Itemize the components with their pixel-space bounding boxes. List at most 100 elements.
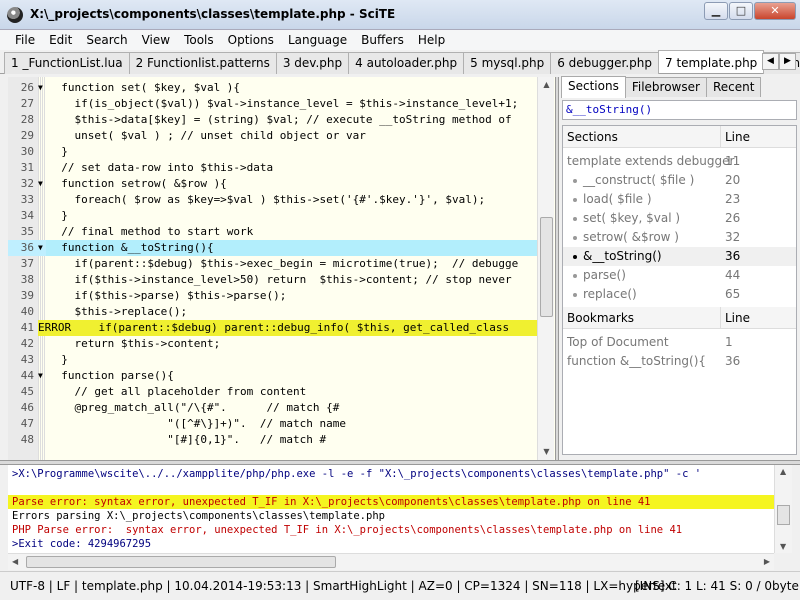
output-hscroll-thumb[interactable] bbox=[26, 556, 336, 568]
menu-options[interactable]: Options bbox=[221, 30, 281, 50]
code-text[interactable]: function setrow( &$row ){ bbox=[48, 176, 227, 192]
code-text[interactable]: function &__toString(){ bbox=[48, 240, 213, 256]
bullet-icon bbox=[573, 292, 577, 297]
maximize-button[interactable]: □ bbox=[729, 2, 753, 20]
code-text[interactable]: "[#]{0,1}". // match # bbox=[48, 432, 326, 448]
section-item[interactable]: replace() 65 bbox=[563, 285, 796, 304]
code-text[interactable]: } bbox=[48, 352, 68, 368]
editor-vertical-scrollbar[interactable]: ▲ ▼ bbox=[537, 77, 554, 460]
code-text[interactable]: function set( $key, $val ){ bbox=[48, 80, 240, 96]
section-item-name: template extends debugger bbox=[567, 152, 734, 171]
output-horizontal-scrollbar[interactable]: ◀ ▶ bbox=[8, 553, 774, 570]
code-line: 45 // get all placeholder from content bbox=[8, 384, 544, 400]
code-text[interactable]: if($this->parse) $this->parse(); bbox=[48, 288, 286, 304]
code-text[interactable]: return $this->content; bbox=[48, 336, 220, 352]
buffer-tab[interactable]: 4 autoloader.php bbox=[348, 52, 465, 74]
code-text[interactable]: } bbox=[48, 208, 68, 224]
section-item[interactable]: &__toString() 36 bbox=[563, 247, 796, 266]
section-item-name: load( $file ) bbox=[573, 190, 652, 209]
buffer-tab[interactable]: 3 dev.php bbox=[275, 52, 350, 74]
buffer-tab[interactable]: 6 debugger.php bbox=[550, 52, 660, 74]
code-text[interactable]: function parse(){ bbox=[48, 368, 174, 384]
tab-filebrowser[interactable]: Filebrowser bbox=[624, 77, 707, 97]
scroll-right-arrow-icon[interactable]: ▶ bbox=[764, 557, 770, 566]
section-item[interactable]: parse() 44 bbox=[563, 266, 796, 285]
section-item[interactable]: setrow( &$row ) 32 bbox=[563, 228, 796, 247]
buffer-tab[interactable]: 7 template.php bbox=[658, 50, 765, 73]
code-line: 26 ▼ function set( $key, $val ){ bbox=[8, 80, 544, 96]
column-divider[interactable] bbox=[720, 307, 721, 329]
code-line: 33 foreach( $row as $key=>$val ) $this->… bbox=[8, 192, 544, 208]
code-text[interactable]: "([^#\}]+)". // match name bbox=[48, 416, 346, 432]
close-button[interactable]: ✕ bbox=[754, 2, 796, 20]
output-line[interactable]: PHP Parse error: syntax error, unexpecte… bbox=[12, 523, 682, 537]
line-number: 38 bbox=[20, 273, 34, 286]
output-vscroll-thumb[interactable] bbox=[777, 505, 790, 525]
menu-language[interactable]: Language bbox=[281, 30, 354, 50]
output-line[interactable]: Parse error: syntax error, unexpected T_… bbox=[12, 495, 650, 509]
scroll-left-arrow-icon[interactable]: ◀ bbox=[12, 557, 18, 566]
menu-buffers[interactable]: Buffers bbox=[354, 30, 411, 50]
scroll-down-arrow-icon[interactable]: ▼ bbox=[538, 444, 555, 460]
output-line[interactable]: Errors parsing X:\_projects\components\c… bbox=[12, 509, 385, 523]
scroll-up-arrow-icon[interactable]: ▲ bbox=[538, 77, 555, 93]
bookmark-item[interactable]: function &__toString(){36 bbox=[563, 352, 796, 371]
code-text[interactable]: unset( $val ) ; // unset child object or… bbox=[48, 128, 365, 144]
code-text[interactable]: if(parent::$debug) parent::debug_info( $… bbox=[72, 320, 509, 336]
bullet-icon bbox=[573, 197, 577, 202]
section-filter-input[interactable]: &__toString() bbox=[562, 100, 797, 120]
menu-view[interactable]: View bbox=[135, 30, 177, 50]
code-line: 48 "[#]{0,1}". // match # bbox=[8, 432, 544, 448]
fold-marker-icon[interactable]: ▼ bbox=[38, 80, 46, 96]
output-line[interactable]: >X:\Programme\wscite\../../xampplite/php… bbox=[12, 467, 701, 481]
column-line-header[interactable]: Line bbox=[725, 311, 750, 325]
code-editor[interactable]: 26 ▼ function set( $key, $val ){27 if(is_… bbox=[8, 77, 555, 460]
editor-scroll-thumb[interactable] bbox=[540, 217, 553, 317]
menu-help[interactable]: Help bbox=[411, 30, 452, 50]
code-line: 27 if(is_object($val)) $val->instance_le… bbox=[8, 96, 544, 112]
bookmark-name: Top of Document bbox=[567, 335, 669, 349]
menu-file[interactable]: File bbox=[8, 30, 42, 50]
code-text[interactable]: } bbox=[48, 144, 68, 160]
fold-marker-icon[interactable]: ▼ bbox=[38, 176, 46, 192]
column-divider[interactable] bbox=[720, 126, 721, 148]
code-text[interactable]: if($this->instance_level>50) return $thi… bbox=[48, 272, 511, 288]
code-text[interactable]: @preg_match_all("/\{#". // match {# bbox=[48, 400, 339, 416]
code-text[interactable]: foreach( $row as $key=>$val ) $this->set… bbox=[48, 192, 485, 208]
menu-edit[interactable]: Edit bbox=[42, 30, 79, 50]
tab-sections[interactable]: Sections bbox=[561, 76, 626, 98]
output-pane[interactable]: >X:\Programme\wscite\../../xampplite/php… bbox=[8, 465, 774, 553]
fold-marker-icon[interactable]: ▼ bbox=[38, 368, 46, 384]
tab-scroll-right-icon[interactable]: ▶ bbox=[779, 53, 796, 70]
column-name-header[interactable]: Sections bbox=[567, 130, 618, 144]
code-text[interactable]: // get all placeholder from content bbox=[48, 384, 306, 400]
tab-scroll-left-icon[interactable]: ◀ bbox=[762, 53, 779, 70]
code-text[interactable]: if(parent::$debug) $this->exec_begin = m… bbox=[48, 256, 518, 272]
code-text[interactable]: $this->replace(); bbox=[48, 304, 187, 320]
section-item[interactable]: template extends debugger 11 bbox=[563, 152, 796, 171]
bookmark-item[interactable]: Top of Document 1 bbox=[563, 333, 796, 352]
minimize-button[interactable]: ▁ bbox=[704, 2, 728, 20]
section-label: setrow( &$row ) bbox=[583, 230, 679, 244]
column-line-header[interactable]: Line bbox=[725, 130, 750, 144]
output-vertical-scrollbar[interactable]: ▲ ▼ bbox=[774, 465, 792, 553]
code-text[interactable]: // set data-row into $this->data bbox=[48, 160, 273, 176]
fold-marker-icon[interactable]: ▼ bbox=[38, 240, 46, 256]
scroll-up-arrow-icon[interactable]: ▲ bbox=[780, 467, 786, 476]
output-line[interactable]: >Exit code: 4294967295 bbox=[12, 537, 151, 551]
tab-recent[interactable]: Recent bbox=[705, 77, 762, 97]
scroll-down-arrow-icon[interactable]: ▼ bbox=[780, 542, 786, 551]
code-text[interactable]: // final method to start work bbox=[48, 224, 253, 240]
code-text[interactable]: if(is_object($val)) $val->instance_level… bbox=[48, 96, 518, 112]
section-item[interactable]: set( $key, $val ) 26 bbox=[563, 209, 796, 228]
section-item[interactable]: load( $file ) 23 bbox=[563, 190, 796, 209]
section-label: set( $key, $val ) bbox=[583, 211, 681, 225]
menu-tools[interactable]: Tools bbox=[177, 30, 221, 50]
code-text[interactable]: $this->data[$key] = (string) $val; // ex… bbox=[48, 112, 511, 128]
buffer-tab[interactable]: 2 Functionlist.patterns bbox=[128, 52, 277, 74]
buffer-tab[interactable]: 5 mysql.php bbox=[463, 52, 552, 74]
buffer-tab[interactable]: 1 _FunctionList.lua bbox=[4, 52, 130, 74]
section-item[interactable]: __construct( $file ) 20 bbox=[563, 171, 796, 190]
menu-search[interactable]: Search bbox=[79, 30, 134, 50]
column-name-header[interactable]: Bookmarks bbox=[567, 311, 634, 325]
